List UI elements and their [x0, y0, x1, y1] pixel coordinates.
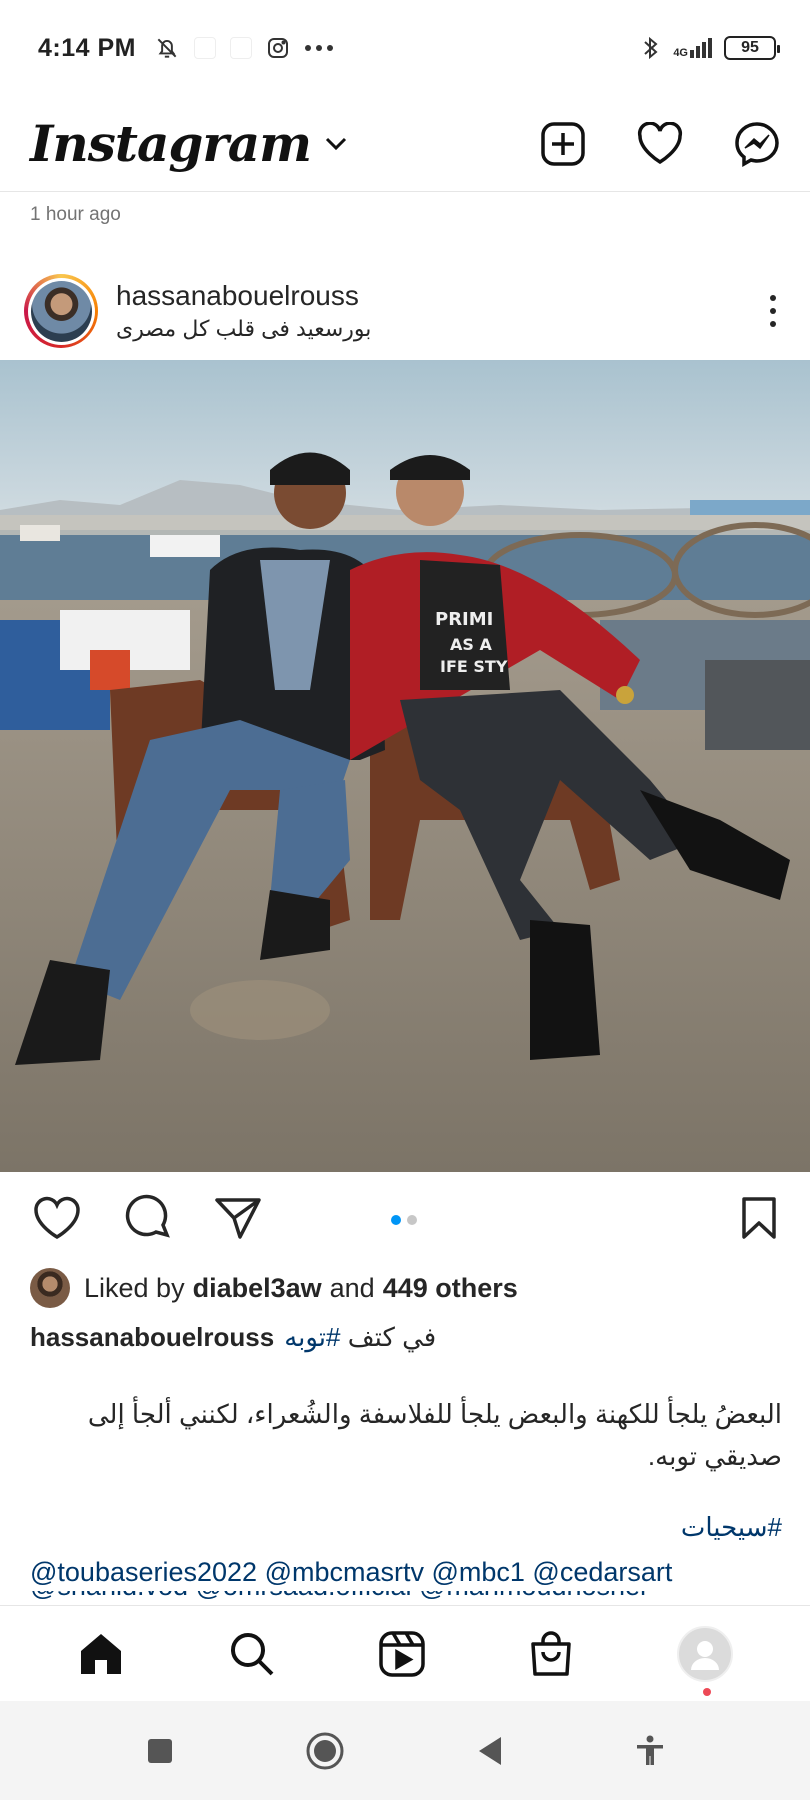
status-notification-icons — [154, 35, 334, 61]
like-icon[interactable] — [32, 1195, 82, 1241]
new-post-button[interactable] — [540, 121, 586, 167]
share-icon[interactable] — [214, 1196, 262, 1240]
post-header: hassanabouelrouss بورسعيد فى قلب كل مصرى — [0, 266, 810, 356]
battery-icon: 95 — [724, 36, 780, 60]
caption-first-line: hassanabouelrouss في كتف #توبه — [30, 1322, 436, 1353]
feed-timestamp: 1 hour ago — [30, 204, 121, 225]
bell-muted-icon — [157, 38, 177, 58]
post-image[interactable]: PRIMI AS A IFE STY — [0, 360, 810, 1172]
save-icon[interactable] — [740, 1196, 778, 1240]
post-user-block: hassanabouelrouss بورسعيد فى قلب كل مصرى — [116, 280, 371, 342]
post-username[interactable]: hassanabouelrouss — [116, 280, 371, 312]
system-navigation — [0, 1701, 810, 1800]
carousel-dot — [407, 1215, 417, 1225]
svg-text:PRIMI: PRIMI — [435, 609, 493, 630]
status-bar: 4:14 PM 4G 95 — [0, 0, 810, 96]
comment-icon[interactable] — [124, 1194, 172, 1242]
caption-mentions-cut[interactable]: @shahid.vod @omrsaad.official @mahmoudho… — [30, 1591, 790, 1605]
placeholder-icon — [229, 37, 252, 59]
caption-body: البعضُ يلجأ للكهنة والبعض يلجأ للفلاسفة … — [87, 1399, 782, 1471]
instagram-logo: Instagram — [30, 114, 312, 173]
recents-icon[interactable] — [146, 1737, 174, 1765]
post-actions-left — [32, 1194, 262, 1242]
post-photo-illustration: PRIMI AS A IFE STY — [0, 360, 810, 1172]
accessibility-icon[interactable] — [635, 1735, 665, 1767]
messenger-icon — [735, 121, 779, 167]
messages-button[interactable] — [734, 121, 780, 167]
caption-first-words: في كتف — [347, 1322, 437, 1352]
home-circle-icon[interactable] — [305, 1731, 345, 1771]
likes-prefix: Liked by — [84, 1272, 185, 1303]
likes-others-count[interactable]: 449 others — [383, 1273, 518, 1304]
svg-text:AS A: AS A — [450, 635, 492, 654]
chevron-down-icon — [325, 137, 347, 150]
liker-username[interactable]: diabel3aw — [193, 1273, 322, 1304]
reels-icon[interactable] — [378, 1630, 426, 1678]
post-location[interactable]: بورسعيد فى قلب كل مصرى — [116, 316, 371, 342]
caption-mentions[interactable]: @toubaseries2022 @mbcmasrtv @mbc1 @cedar… — [30, 1553, 790, 1591]
caption-mentions-cut-text: @shahid.vod @omrsaad.official @mahmoudho… — [30, 1591, 790, 1605]
status-time: 4:14 PM — [38, 33, 136, 62]
header-actions — [540, 121, 780, 167]
signal-icon: 4G — [673, 38, 712, 59]
likes-summary[interactable]: Liked by diabel3aw and 449 others — [30, 1268, 526, 1308]
profile-icon — [690, 1640, 719, 1670]
post-actions — [0, 1185, 810, 1251]
battery-level: 95 — [741, 39, 759, 56]
caption-hashtag-2[interactable]: #سيحيات — [681, 1512, 782, 1543]
instagram-notification-icon — [267, 38, 288, 58]
activity-button[interactable] — [636, 121, 684, 166]
post-avatar[interactable] — [24, 274, 98, 348]
app-header: Instagram — [0, 96, 810, 192]
back-icon[interactable] — [476, 1735, 504, 1767]
placeholder-icon — [193, 37, 216, 59]
home-icon[interactable] — [77, 1631, 125, 1677]
more-notifications-icon — [304, 45, 333, 51]
heart-icon — [637, 121, 683, 164]
network-type: 4G — [673, 47, 688, 59]
search-icon[interactable] — [228, 1630, 276, 1678]
caption-username[interactable]: hassanabouelrouss — [30, 1322, 274, 1353]
notification-dot — [702, 1687, 711, 1696]
new-post-icon — [541, 121, 585, 166]
liker-avatar — [30, 1268, 70, 1308]
post-more-options-icon[interactable] — [770, 295, 776, 327]
caption-hashtag[interactable]: #توبه — [284, 1322, 340, 1352]
avatar-image — [30, 280, 92, 342]
carousel-dot-active — [391, 1215, 401, 1225]
carousel-indicator — [391, 1215, 417, 1225]
caption-first-text: في كتف #توبه — [284, 1322, 436, 1353]
logo-switcher[interactable]: Instagram — [30, 114, 347, 173]
svg-text:IFE STY: IFE STY — [440, 657, 508, 676]
profile-tab[interactable] — [676, 1625, 733, 1696]
likes-joiner: and — [329, 1272, 375, 1303]
bottom-navigation — [0, 1605, 810, 1701]
shop-icon[interactable] — [528, 1630, 574, 1678]
bluetooth-icon — [644, 36, 658, 60]
status-right: 4G 95 — [641, 34, 780, 62]
